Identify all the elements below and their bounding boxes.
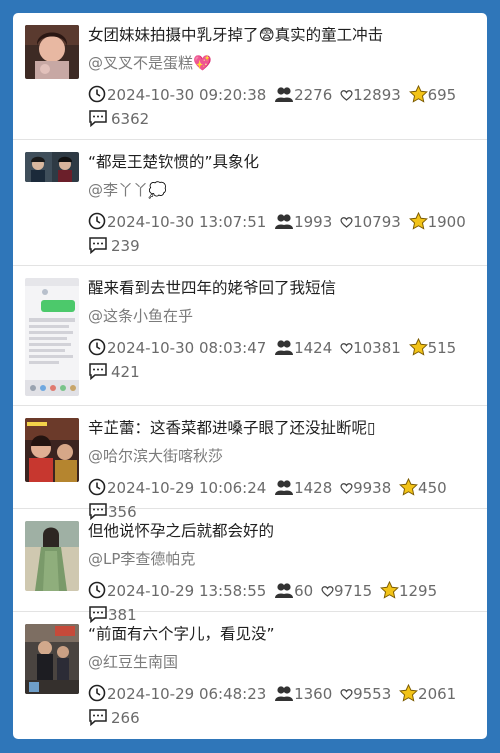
comment-icon [89,110,107,127]
list-item[interactable]: 辛芷蕾：这香菜都进嗓子眼了还没扯断呢▯ @哈尔滨大街喀秋莎 2024-10-29… [13,406,487,521]
post-meta: 2024-10-29 06:48:23 1360 9553 2061 266 [88,682,477,730]
comment-count[interactable] [88,706,108,730]
comment-icon [89,363,107,380]
post-title[interactable]: “前面有六个字儿，看见没” [88,622,477,646]
users-icon [275,87,294,102]
user-count: 1993 [274,210,332,234]
user-count: 60 [274,579,313,603]
author-name[interactable]: @红豆生南国 [88,650,477,674]
post-meta: 2024-10-30 09:20:38 2276 12893 695 6362 [88,83,477,131]
author-name[interactable]: @这条小鱼在乎 [88,304,477,328]
post-title[interactable]: “都是王楚钦惯的”具象化 [88,150,477,174]
thumbnail[interactable] [25,152,79,182]
star-count[interactable]: 695 [408,83,456,107]
timestamp: 2024-10-29 10:06:24 [88,476,266,500]
trending-list: 女团妹妹拍摄中乳牙掉了😨真实的童工冲击 @叉叉不是蛋糕💖 2024-10-30 … [13,13,487,739]
heart-icon [340,343,353,354]
users-icon [275,480,294,495]
heart-icon [340,90,353,101]
post-title[interactable]: 但他说怀孕之后就都会好的 [88,519,477,543]
star-count[interactable]: 2061 [399,682,456,706]
star-icon [408,212,428,230]
author-name[interactable]: @哈尔滨大街喀秋莎 [88,444,477,468]
clock-icon [88,85,106,103]
star-count[interactable]: 450 [399,476,447,500]
comment-icon [89,709,107,726]
thumbnail[interactable] [25,624,79,694]
clock-icon [88,212,106,230]
list-item[interactable]: “都是王楚钦惯的”具象化 @李丫丫💭 2024-10-30 13:07:51 1… [13,140,487,266]
users-icon [275,214,294,229]
post-title[interactable]: 醒来看到去世四年的姥爷回了我短信 [88,276,477,300]
user-count: 1428 [274,476,332,500]
star-icon [408,338,428,356]
like-count[interactable]: 10381 [340,336,401,360]
like-count[interactable]: 10793 [340,210,401,234]
users-icon [275,340,294,355]
timestamp: 2024-10-29 13:58:55 [88,579,266,603]
heart-icon [340,483,353,494]
clock-icon [88,478,106,496]
star-count[interactable]: 515 [408,336,456,360]
comment-icon [89,237,107,254]
timestamp: 2024-10-30 13:07:51 [88,210,266,234]
list-item[interactable]: “前面有六个字儿，看见没” @红豆生南国 2024-10-29 06:48:23… [13,612,487,739]
comment-count[interactable] [88,107,108,131]
star-icon [399,478,418,496]
star-icon [399,684,418,702]
like-count[interactable]: 9938 [340,476,391,500]
comment-count[interactable] [88,360,108,384]
like-count[interactable]: 9553 [340,682,391,706]
thumbnail[interactable] [25,278,79,396]
like-count[interactable]: 9715 [321,579,372,603]
author-name[interactable]: @叉叉不是蛋糕💖 [88,51,477,75]
post-title[interactable]: 女团妹妹拍摄中乳牙掉了😨真实的童工冲击 [88,23,477,47]
post-meta: 2024-10-30 13:07:51 1993 10793 1900 239 [88,210,477,258]
heart-icon [321,586,334,597]
thumbnail[interactable] [25,25,79,79]
thumbnail[interactable] [25,418,79,482]
user-count: 2276 [274,83,332,107]
star-count[interactable]: 1900 [408,210,466,234]
post-meta: 2024-10-30 08:03:47 1424 10381 515 421 [88,336,477,384]
comment-count[interactable] [88,234,108,258]
clock-icon [88,338,106,356]
list-item[interactable]: 醒来看到去世四年的姥爷回了我短信 @这条小鱼在乎 2024-10-30 08:0… [13,266,487,406]
like-count[interactable]: 12893 [340,83,401,107]
author-name[interactable]: @LP李查德帕克 [88,547,477,571]
heart-icon [340,689,353,700]
star-icon [380,581,399,599]
users-icon [275,686,294,701]
heart-icon [340,217,353,228]
timestamp: 2024-10-30 09:20:38 [88,83,266,107]
user-count: 1360 [274,682,332,706]
clock-icon [88,684,106,702]
star-icon [408,85,428,103]
user-count: 1424 [274,336,332,360]
author-name[interactable]: @李丫丫💭 [88,178,477,202]
thumbnail[interactable] [25,521,79,591]
users-icon [275,583,294,598]
star-count[interactable]: 1295 [380,579,437,603]
timestamp: 2024-10-29 06:48:23 [88,682,266,706]
list-item[interactable]: 但他说怀孕之后就都会好的 @LP李查德帕克 2024-10-29 13:58:5… [13,509,487,624]
post-title[interactable]: 辛芷蕾：这香菜都进嗓子眼了还没扯断呢▯ [88,416,477,440]
clock-icon [88,581,106,599]
timestamp: 2024-10-30 08:03:47 [88,336,266,360]
list-item[interactable]: 女团妹妹拍摄中乳牙掉了😨真实的童工冲击 @叉叉不是蛋糕💖 2024-10-30 … [13,13,487,140]
